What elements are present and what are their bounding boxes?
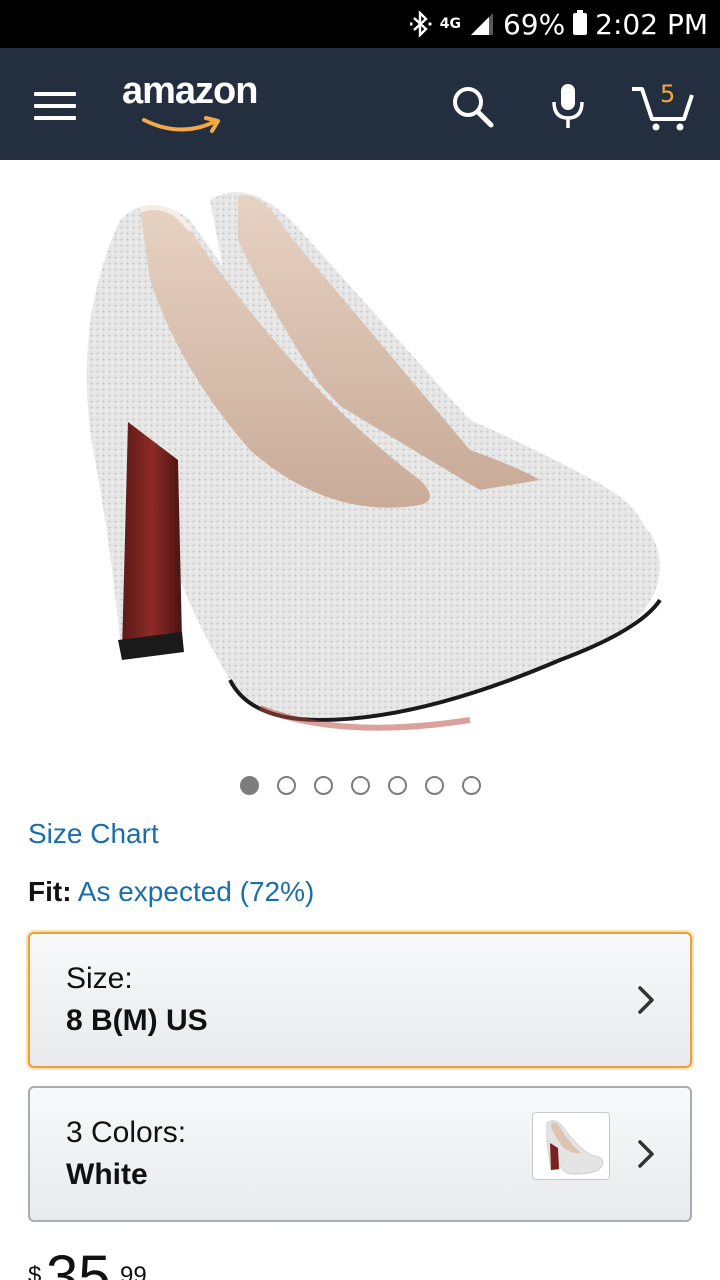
status-bar: 4G 69% 2:02 PM [0, 0, 720, 48]
image-carousel-dots [0, 776, 720, 798]
carousel-dot[interactable] [313, 776, 333, 795]
bluetooth-icon [409, 11, 432, 37]
cart-count-badge: 5 [660, 80, 676, 108]
carousel-dot[interactable] [276, 776, 296, 795]
price-fraction: 99 [120, 1262, 147, 1280]
fit-label: Fit: [28, 876, 72, 907]
fit-row: Fit: As expected (72%) [28, 876, 314, 908]
carousel-dot[interactable] [461, 776, 481, 795]
clock: 2:02 PM [595, 7, 708, 41]
size-value: 8 B(M) US [66, 1004, 208, 1037]
signal-icon [469, 11, 495, 37]
amazon-logo[interactable]: amazon [122, 70, 272, 133]
chevron-right-icon [638, 1140, 654, 1168]
carousel-dot[interactable] [424, 776, 444, 795]
microphone-icon[interactable] [540, 78, 596, 134]
menu-icon[interactable] [34, 86, 76, 122]
search-icon[interactable] [444, 78, 500, 134]
color-swatch-thumbnail [532, 1112, 610, 1180]
shoe-illustration [86, 192, 662, 731]
status-icons: 4G 69% 2:02 PM [409, 0, 708, 48]
logo-text: amazon [122, 70, 258, 112]
fit-value-link[interactable]: As expected (72%) [78, 876, 315, 907]
price-currency: $ [28, 1262, 42, 1280]
size-selector[interactable]: Size: 8 B(M) US [28, 932, 692, 1068]
chevron-right-icon [638, 986, 654, 1014]
size-label: Size: [66, 962, 133, 995]
color-label: 3 Colors: [66, 1116, 187, 1149]
carousel-dot[interactable] [350, 776, 370, 795]
network-type: 4G [439, 16, 461, 32]
product-image[interactable] [0, 160, 720, 760]
cart-icon[interactable]: 5 [624, 78, 700, 134]
size-chart-link[interactable]: Size Chart [28, 818, 159, 850]
color-value: White [66, 1158, 148, 1191]
color-selector[interactable]: 3 Colors: White [28, 1086, 692, 1222]
battery-icon [573, 10, 588, 35]
price-whole: 35 [46, 1244, 111, 1280]
app-header: amazon 5 [0, 48, 720, 160]
carousel-dot[interactable] [239, 776, 259, 795]
shoe-thumbnail [546, 1120, 604, 1175]
logo-smile [142, 116, 220, 133]
carousel-dot[interactable] [387, 776, 407, 795]
battery-percent: 69% [502, 7, 566, 41]
